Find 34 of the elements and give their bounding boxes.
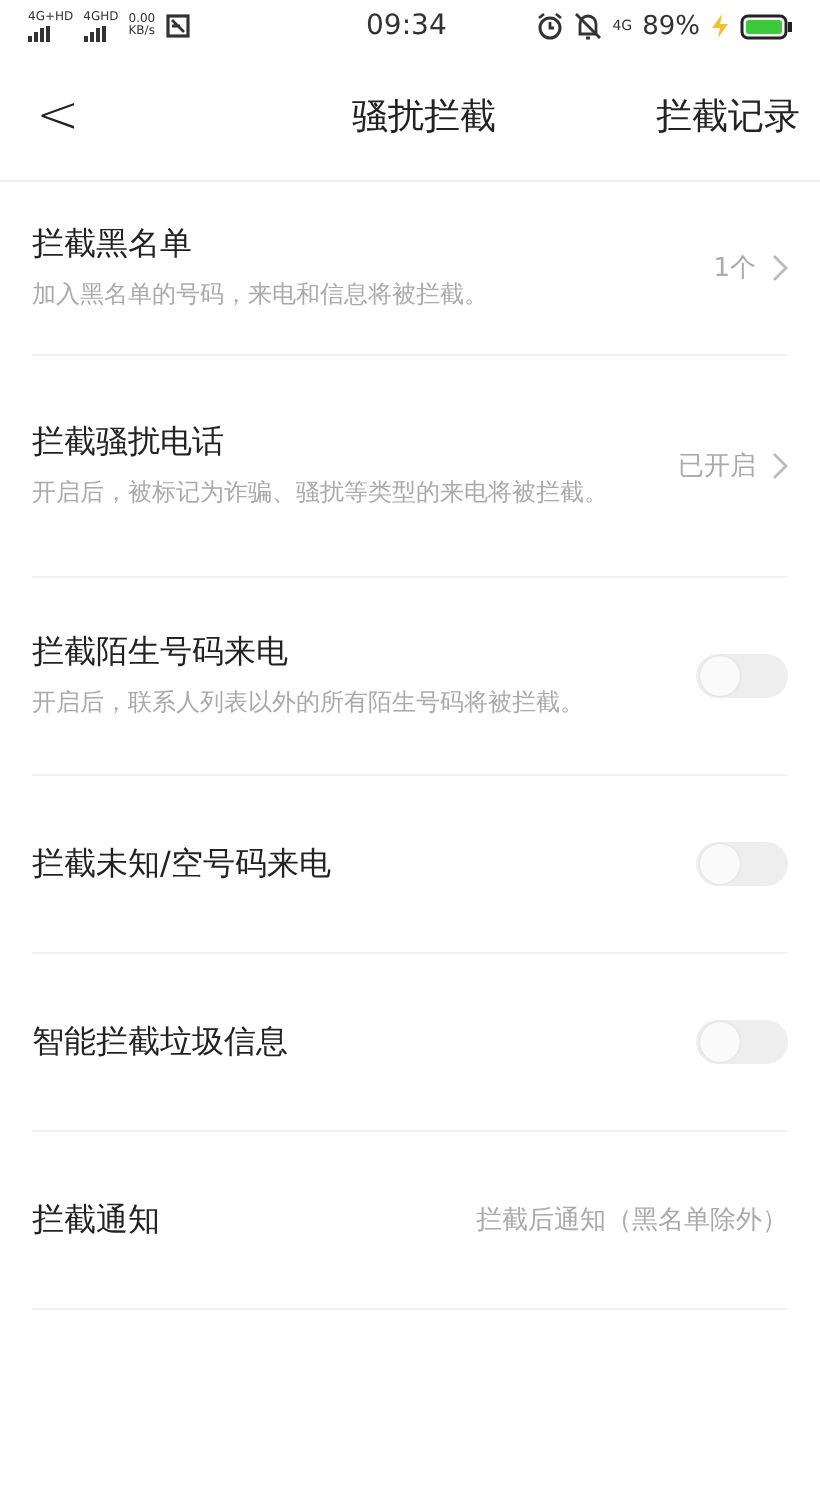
setting-description: 开启后，联系人列表以外的所有陌生号码将被拦截。 [32,685,586,720]
settings-row[interactable]: 拦截未知/空号码来电 [32,776,788,954]
setting-title: 拦截通知 [32,1199,162,1241]
toggle-switch[interactable] [696,1020,788,1064]
chevron-right-icon [772,254,788,282]
signal-icon [28,25,50,41]
setting-title: 拦截骚扰电话 [32,421,226,464]
alarm-icon [536,12,565,40]
setting-description: 开启后，被标记为诈骗、骚扰等类型的来电将被拦截。 [32,475,610,510]
page-title: 骚扰拦截 [351,94,496,140]
setting-description: 加入黑名单的号码，来电和信息将被拦截。 [32,277,490,312]
setting-title: 智能拦截垃圾信息 [32,1021,290,1063]
setting-title: 拦截黑名单 [32,223,194,266]
muted-bell-icon [574,12,603,40]
settings-row[interactable]: 拦截黑名单 加入黑名单的号码，来电和信息将被拦截。 1个 [32,182,788,356]
setting-value: 已开启 [678,450,756,484]
settings-row[interactable]: 拦截通知 拦截后通知（黑名单除外） [32,1132,788,1310]
settings-row[interactable]: 拦截骚扰电话 开启后，被标记为诈骗、骚扰等类型的来电将被拦截。 已开启 [32,356,788,578]
settings-row[interactable]: 拦截陌生号码来电 开启后，联系人列表以外的所有陌生号码将被拦截。 [32,578,788,776]
setting-value: 拦截后通知（黑名单除外） [476,1204,788,1238]
screenshot-icon [165,14,190,38]
back-button[interactable]: < [24,86,92,146]
setting-value: 1个 [713,252,756,286]
records-link[interactable]: 拦截记录 [655,92,800,140]
signal-icon [83,25,106,41]
status-time: 09:34 [366,10,447,42]
setting-title: 拦截未知/空号码来电 [32,843,333,885]
toggle-switch[interactable] [696,842,788,886]
settings-row[interactable]: 智能拦截垃圾信息 [32,954,788,1132]
chevron-right-icon [772,452,788,480]
setting-title: 拦截陌生号码来电 [32,631,290,674]
toggle-switch[interactable] [696,654,788,698]
battery-percent: 89% [642,11,700,41]
battery-icon [740,13,792,39]
